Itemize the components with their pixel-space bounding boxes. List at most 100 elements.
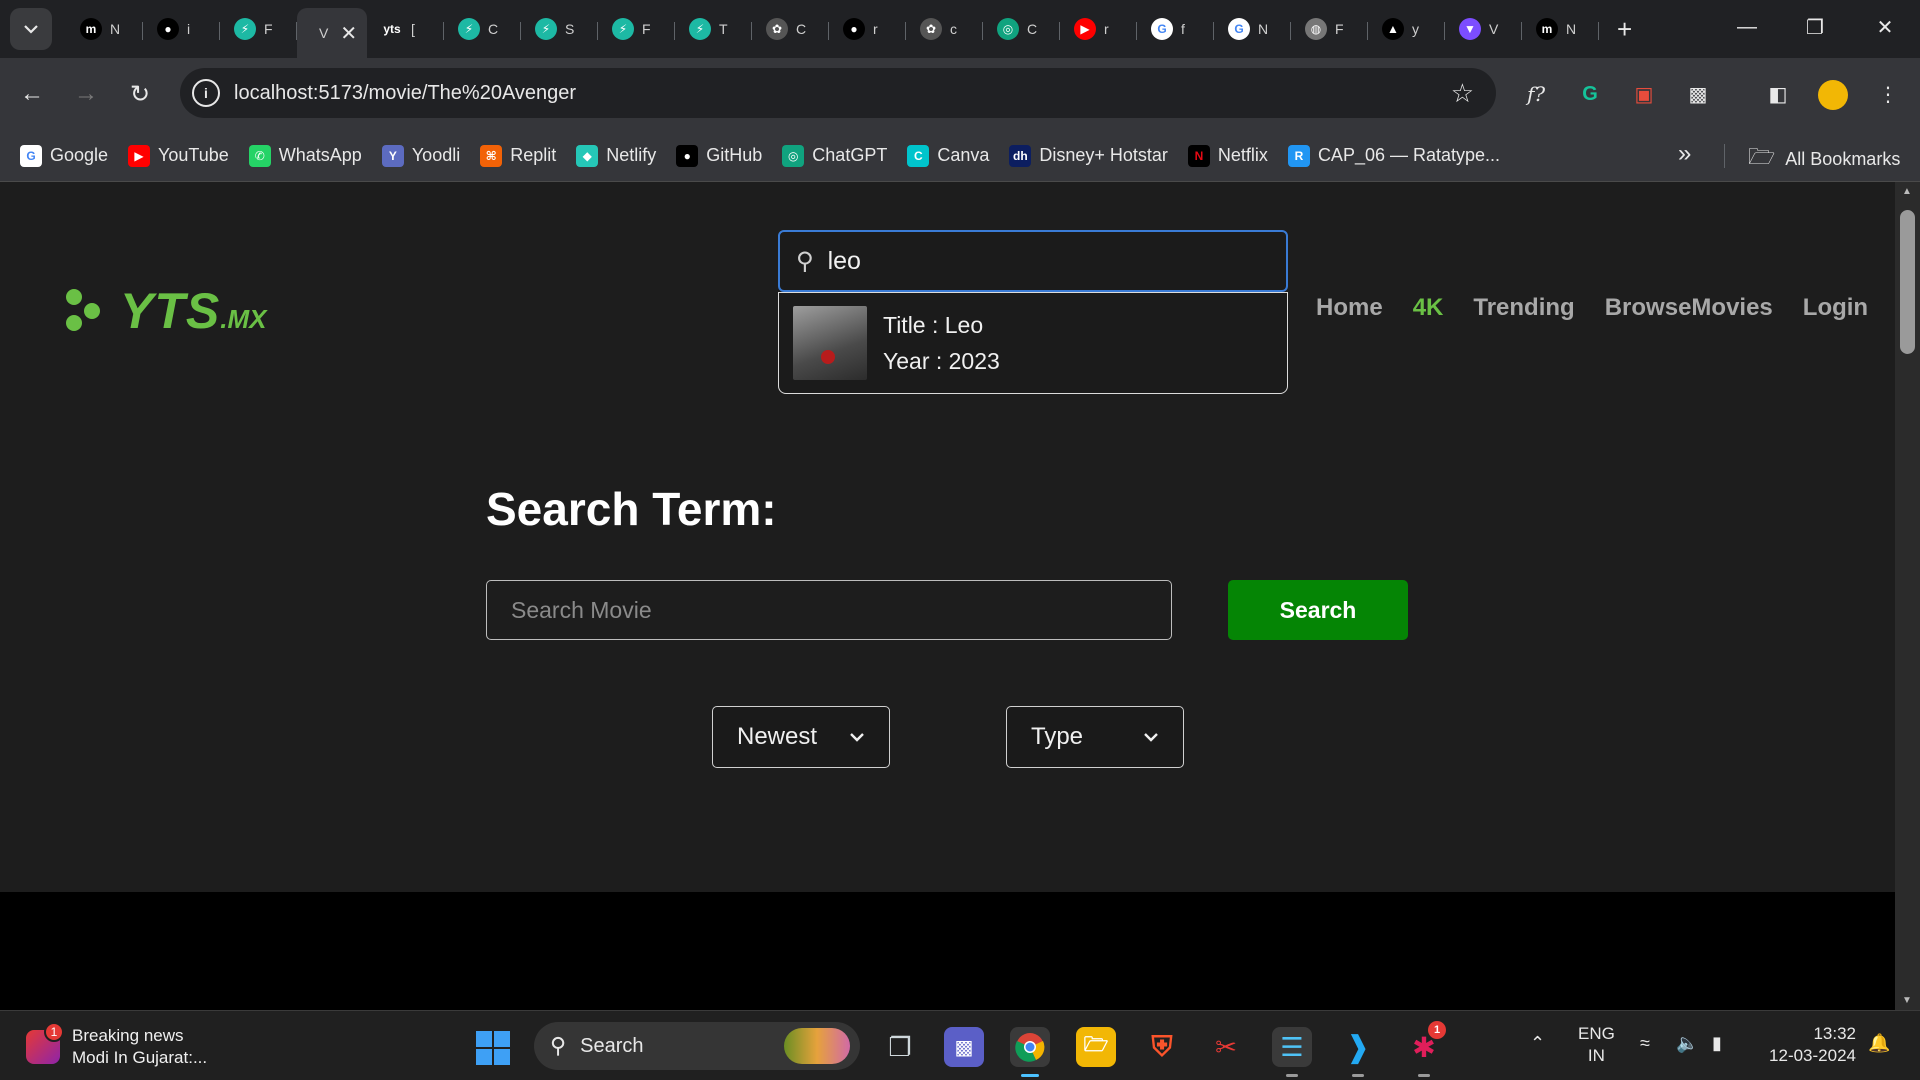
bookmark-hotstar[interactable]: dh Disney+ Hotstar — [1009, 144, 1168, 167]
show-hidden-icons[interactable]: ⌃ — [1530, 1033, 1545, 1054]
browser-tab[interactable]: ◍ F — [1291, 6, 1368, 52]
browser-tab[interactable]: yts [ — [367, 6, 444, 52]
battery-icon[interactable]: ▮ — [1712, 1033, 1722, 1054]
nav-link-trending[interactable]: Trending — [1473, 294, 1574, 322]
tab-favicon-icon: ◎ — [997, 18, 1019, 40]
search-suggestion-item[interactable]: Title : Leo Year : 2023 — [778, 292, 1288, 394]
header-search-input[interactable] — [827, 246, 1228, 276]
bookmark-ratatype[interactable]: R CAP_06 — Ratatype... — [1287, 144, 1500, 167]
close-tab-icon[interactable]: ✕ — [340, 21, 357, 46]
bookmark-github[interactable]: ● GitHub — [676, 144, 762, 167]
teams-icon[interactable]: ▩ — [944, 1027, 984, 1067]
browser-tab[interactable]: ▲ y — [1368, 6, 1445, 52]
vscode-icon[interactable]: ❱ — [1338, 1027, 1378, 1077]
tab-title: T — [719, 21, 728, 37]
more-bookmarks-icon[interactable]: » — [1678, 140, 1691, 168]
browser-tab[interactable]: ▶ r — [1060, 6, 1137, 52]
movie-search-input[interactable] — [486, 580, 1172, 640]
nav-link-4k[interactable]: 4K — [1413, 294, 1444, 322]
search-button[interactable]: Search — [1228, 580, 1408, 640]
volume-icon[interactable]: 🔈 — [1676, 1033, 1698, 1054]
bookmark-label: YouTube — [158, 145, 229, 165]
bookmark-youtube[interactable]: ▶ YouTube — [128, 144, 229, 167]
all-bookmarks-button[interactable]: 🗁 All Bookmarks — [1748, 140, 1900, 178]
forward-button[interactable]: → — [68, 76, 104, 112]
type-select[interactable]: Type — [1006, 706, 1184, 768]
browser-tab[interactable]: ✿ C — [752, 6, 829, 52]
browser-tab[interactable]: ⚡ F — [598, 6, 675, 52]
bookmark-label: Netflix — [1217, 145, 1268, 165]
task-view-icon[interactable]: ❐ — [880, 1027, 920, 1067]
header-search-box[interactable]: ⚲ — [778, 230, 1288, 292]
browser-tab[interactable]: ⚡ C — [444, 6, 521, 52]
type-select-value: Type — [1031, 723, 1084, 750]
menu-kebab-icon[interactable]: ⋮ — [1872, 78, 1904, 110]
bookmark-yoodli[interactable]: Y Yoodli — [381, 144, 460, 167]
browser-tab[interactable]: ● i — [143, 6, 220, 52]
browser-tab[interactable]: ⚡ S — [521, 6, 598, 52]
bookmark-chatgpt[interactable]: ◎ ChatGPT — [782, 144, 887, 167]
bookmark-star-icon[interactable]: ☆ — [1451, 78, 1474, 109]
news-widget[interactable]: 1 Breaking news Modi In Gujarat:... — [26, 1022, 207, 1069]
bookmark-netflix[interactable]: N Netflix — [1187, 144, 1268, 167]
nav-link-home[interactable]: Home — [1316, 294, 1383, 322]
bookmark-whatsapp[interactable]: ✆ WhatsApp — [248, 144, 362, 167]
bookmark-netlify[interactable]: ◆ Netlify — [576, 144, 656, 167]
minimize-button[interactable]: — — [1730, 10, 1764, 44]
notepad-icon[interactable]: ☰ — [1272, 1027, 1312, 1077]
formula-extension-icon[interactable]: f? — [1520, 78, 1552, 110]
browser-tab[interactable]: Gf — [1137, 6, 1214, 52]
profile-avatar[interactable] — [1818, 80, 1848, 110]
browser-tab[interactable]: GN — [1214, 6, 1291, 52]
file-explorer-icon[interactable]: 🗁 — [1076, 1027, 1116, 1067]
browser-tab[interactable]: ◎ C — [983, 6, 1060, 52]
snipping-tool-icon[interactable]: ✂ — [1206, 1027, 1246, 1067]
chrome-icon[interactable] — [1010, 1027, 1050, 1077]
sort-select[interactable]: Newest — [712, 706, 890, 768]
tab-search-button[interactable] — [10, 8, 52, 50]
address-url[interactable]: localhost:5173/movie/The%20Avenger — [234, 82, 576, 105]
taskbar-search[interactable]: ⚲ Search — [534, 1022, 860, 1070]
yts-logo[interactable]: YTS .MX — [62, 282, 266, 340]
language-indicator[interactable]: ENG IN — [1578, 1023, 1615, 1067]
tab-title: F — [642, 21, 651, 37]
new-tab-button[interactable]: + — [1617, 14, 1632, 45]
brave-icon[interactable]: ⛨ — [1142, 1027, 1182, 1067]
bookmark-replit[interactable]: ⌘ Replit — [480, 144, 556, 167]
reload-button[interactable]: ↻ — [122, 76, 158, 112]
vertical-scrollbar[interactable]: ▲ ▼ — [1895, 182, 1920, 1010]
bookmark-canva[interactable]: C Canva — [907, 144, 989, 167]
browser-tab[interactable]: ● r — [829, 6, 906, 52]
chevron-down-icon — [24, 25, 38, 34]
page-title: Search Term: — [486, 483, 777, 535]
slack-icon[interactable]: ✱ 1 — [1404, 1021, 1446, 1077]
wifi-icon[interactable]: ≈ — [1640, 1033, 1650, 1054]
browser-tab[interactable]: ▼ V — [1445, 6, 1522, 52]
windows-start-icon[interactable] — [476, 1031, 510, 1065]
notifications-bell-icon[interactable]: 🔔 — [1868, 1033, 1890, 1054]
clock-date: 12-03-2024 — [1769, 1046, 1856, 1065]
bookmark-google[interactable]: G Google — [20, 144, 108, 167]
side-panel-icon[interactable]: ◧ — [1762, 78, 1794, 110]
browser-tab[interactable]: ⚡ T — [675, 6, 752, 52]
system-clock[interactable]: 13:32 12-03-2024 — [1760, 1023, 1856, 1067]
nav-link-login[interactable]: Login — [1803, 294, 1868, 322]
nav-link-browsemovies[interactable]: BrowseMovies — [1605, 294, 1773, 322]
browser-tab[interactable]: mN — [66, 6, 143, 52]
extensions-puzzle-icon[interactable]: ▩ — [1682, 78, 1714, 110]
tab-list: m N ● i ⚡ F V ✕ yts[⚡ C ⚡ S ⚡ F ⚡ T ✿ C ● r ✿ c ◎ C ▶ r Gf G N ◍ F ▲ y ▼ V… — [66, 0, 1599, 58]
address-bar[interactable]: i localhost:5173/movie/The%20Avenger ☆ — [180, 68, 1496, 118]
browser-tab[interactable]: mN — [1522, 6, 1599, 52]
browser-tab[interactable]: ✿ c — [906, 6, 983, 52]
grammarly-icon[interactable]: G — [1574, 78, 1606, 110]
scroll-down-icon[interactable]: ▼ — [1902, 995, 1912, 1006]
browser-tab[interactable]: ⚡ F — [220, 6, 297, 52]
restore-button[interactable]: ❐ — [1798, 10, 1832, 44]
extension-icon[interactable]: ▣ — [1628, 78, 1660, 110]
back-button[interactable]: ← — [14, 76, 50, 112]
scroll-up-icon[interactable]: ▲ — [1902, 186, 1912, 197]
scrollbar-thumb[interactable] — [1900, 210, 1915, 354]
site-info-icon[interactable]: i — [192, 79, 220, 107]
browser-tab[interactable]: V ✕ — [297, 8, 367, 58]
close-window-button[interactable]: ✕ — [1868, 10, 1902, 44]
